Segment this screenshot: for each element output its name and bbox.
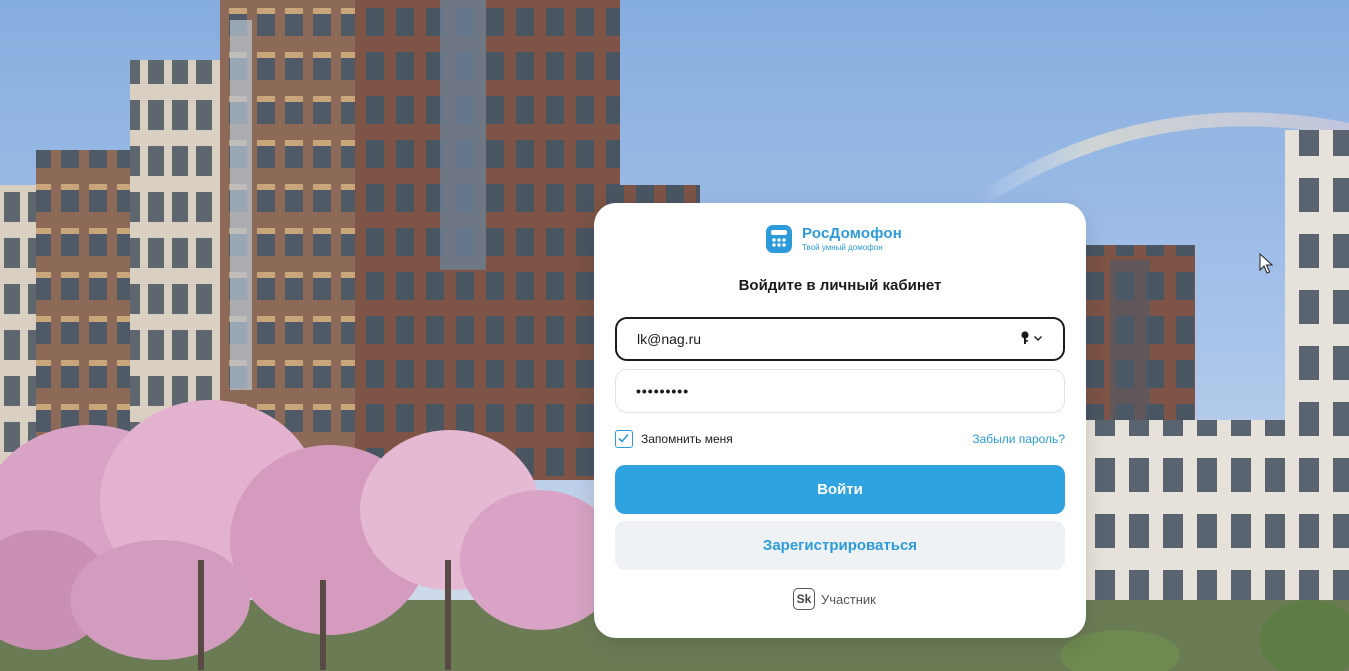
- register-button[interactable]: Зарегистрироваться: [615, 521, 1065, 570]
- login-button[interactable]: Войти: [615, 465, 1065, 514]
- password-field[interactable]: •••••••••: [615, 369, 1065, 413]
- password-manager-button[interactable]: [1020, 331, 1043, 345]
- skolkovo-badge: Sk Участник: [793, 588, 876, 610]
- skolkovo-label: Участник: [821, 591, 876, 607]
- login-card: РосДомофон Твой умный домофон Войдите в …: [594, 203, 1086, 638]
- chevron-down-icon: [1034, 336, 1042, 341]
- remember-me[interactable]: Запомнить меня: [615, 430, 733, 448]
- remember-checkbox[interactable]: [615, 430, 633, 448]
- remember-label: Запомнить меня: [641, 432, 733, 446]
- intercom-icon: [766, 225, 792, 253]
- key-icon: [1021, 331, 1029, 344]
- brand-logo: РосДомофон Твой умный домофон: [766, 225, 902, 253]
- check-icon: [618, 433, 629, 443]
- brand-tagline: Твой умный домофон: [802, 243, 883, 252]
- login-page: РосДомофон Твой умный домофон Войдите в …: [0, 0, 1349, 671]
- password-value: •••••••••: [636, 383, 690, 399]
- skolkovo-logo: Sk: [793, 588, 815, 610]
- login-title: Войдите в личный кабинет: [738, 277, 942, 294]
- email-value: lk@nag.ru: [637, 331, 702, 347]
- forgot-password-link[interactable]: Забыли пароль?: [972, 432, 1065, 446]
- mouse-pointer-icon: [1259, 253, 1273, 274]
- email-field[interactable]: lk@nag.ru: [615, 317, 1065, 361]
- brand-name: РосДомофон: [802, 225, 902, 242]
